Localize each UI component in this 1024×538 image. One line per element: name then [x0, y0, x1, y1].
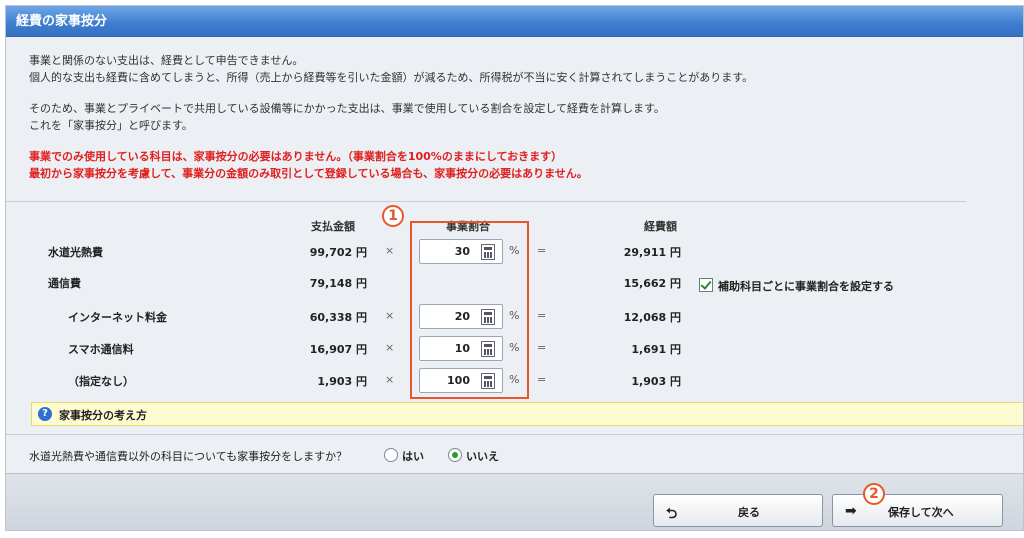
equals-sign: = — [537, 244, 547, 257]
save-next-button[interactable]: ➡ 保存して次へ — [832, 494, 1003, 527]
divider — [6, 201, 966, 202]
radio-no[interactable] — [448, 448, 462, 462]
back-button-label: 戻る — [738, 506, 760, 519]
row-expense: 15,662 円 — [623, 277, 681, 290]
other-accounts-question: 水道光熱費や通信費以外の科目についても家事按分をしますか？ — [29, 450, 348, 463]
row-amount: 16,907 円 — [309, 343, 367, 356]
radio-yes-label[interactable]: はい — [402, 448, 424, 464]
next-arrow-icon: ➡ — [845, 503, 857, 519]
save-next-button-label: 保存して次へ — [888, 506, 954, 519]
row-category: インターネット料金 — [68, 311, 167, 324]
row-category: 水道光熱費 — [48, 246, 103, 259]
row-expense: 29,911 円 — [623, 246, 681, 259]
row-amount: 1,903 円 — [317, 375, 367, 388]
row-expense: 1,691 円 — [631, 343, 681, 356]
row-amount: 79,148 円 — [309, 277, 367, 290]
hint-label: 家事按分の考え方 — [59, 409, 147, 422]
times-sign: × — [385, 341, 395, 354]
row-expense: 12,068 円 — [623, 311, 681, 324]
warning-text: 事業でのみ使用している科目は、家事按分の必要はありません。（事業割合を100%の… — [29, 150, 588, 180]
row-category: 通信費 — [48, 277, 81, 290]
column-header-expense: 経費額 — [644, 220, 677, 233]
column-header-amount: 支払金額 — [311, 220, 355, 233]
footer-bar: ⮌ 戻る ➡ 保存して次へ 2 — [6, 473, 1023, 530]
divider — [6, 434, 1023, 435]
subaccount-ratio-checkbox[interactable] — [699, 278, 713, 292]
times-sign: × — [385, 373, 395, 386]
times-sign: × — [385, 309, 395, 322]
intro-paragraph-2: そのため、事業とプライベートで共用している設備等にかかった支出は、事業で使用して… — [29, 102, 665, 132]
subaccount-ratio-label[interactable]: 補助科目ごとに事業割合を設定する — [718, 278, 894, 294]
ratio-highlight-box — [410, 221, 529, 399]
intro-text: 事業と関係のない支出は、経費として申告できません。 個人的な支出も経費に含めてし… — [29, 52, 1009, 196]
row-amount: 99,702 円 — [309, 246, 367, 259]
back-button[interactable]: ⮌ 戻る — [653, 494, 823, 527]
times-sign: × — [385, 244, 395, 257]
step-badge-1: 1 — [382, 205, 404, 227]
equals-sign: = — [537, 309, 547, 322]
row-category: スマホ通信料 — [68, 343, 134, 356]
equals-sign: = — [537, 373, 547, 386]
row-amount: 60,338 円 — [309, 311, 367, 324]
back-arrow-icon: ⮌ — [666, 506, 678, 522]
hint-link[interactable]: ? 家事按分の考え方 — [31, 402, 1023, 426]
equals-sign: = — [537, 341, 547, 354]
radio-no-label[interactable]: いいえ — [466, 448, 499, 464]
step-badge-2: 2 — [863, 483, 885, 505]
row-expense: 1,903 円 — [631, 375, 681, 388]
radio-yes[interactable] — [384, 448, 398, 462]
help-icon: ? — [38, 407, 52, 421]
page-title: 経費の家事按分 — [6, 6, 1023, 37]
row-category: （指定なし） — [68, 375, 134, 388]
dialog-panel: 経費の家事按分 事業と関係のない支出は、経費として申告できません。 個人的な支出… — [5, 5, 1024, 531]
intro-paragraph-1: 事業と関係のない支出は、経費として申告できません。 個人的な支出も経費に含めてし… — [29, 54, 754, 84]
